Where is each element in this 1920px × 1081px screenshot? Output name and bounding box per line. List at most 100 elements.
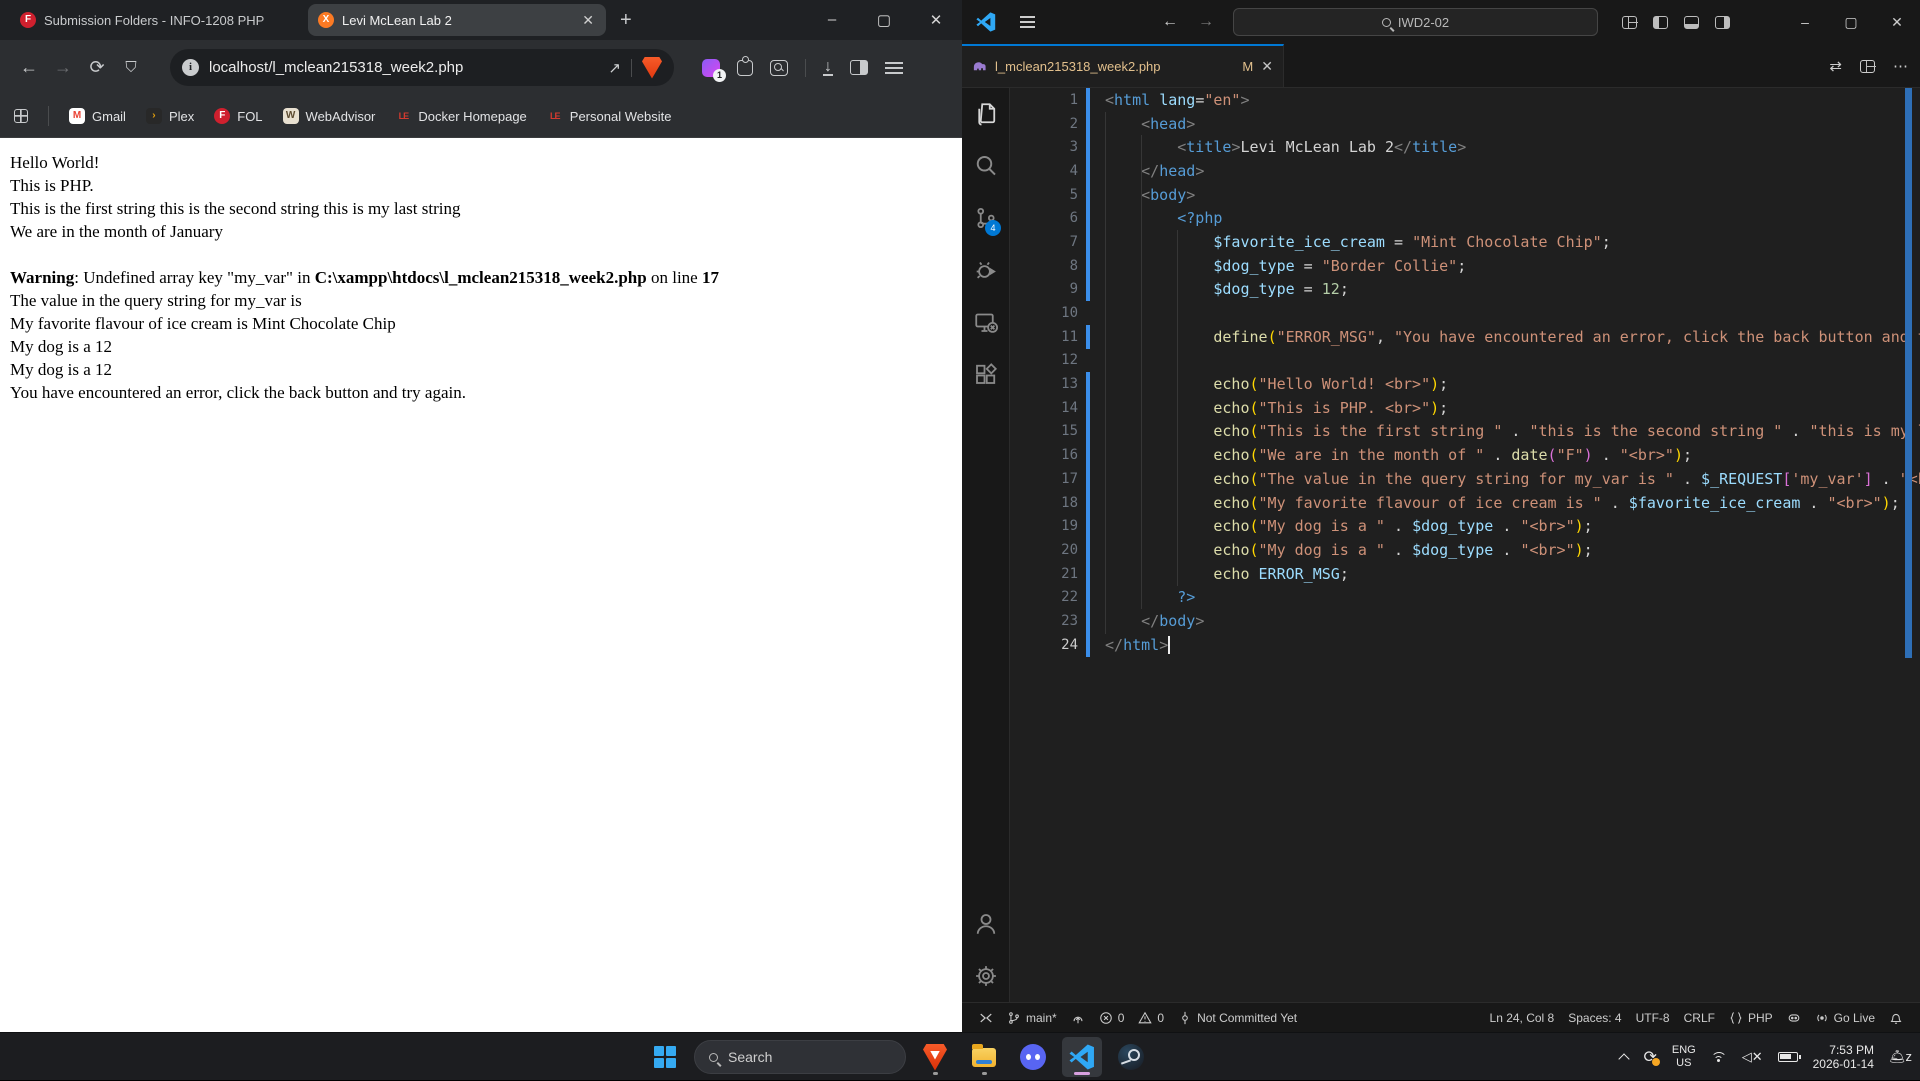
code-line[interactable]: 15 echo("This is the first string " . "t… xyxy=(1010,420,1920,444)
bookmark-gmail[interactable]: MGmail xyxy=(69,108,126,124)
apps-grid-icon[interactable] xyxy=(14,109,28,123)
remote-explorer-icon[interactable] xyxy=(962,296,1009,348)
code-line[interactable]: 22 ?> xyxy=(1010,585,1920,609)
code-line[interactable]: 24</html> xyxy=(1010,633,1920,657)
close-button[interactable]: ✕ xyxy=(1874,0,1920,44)
status-item[interactable] xyxy=(972,1007,1000,1029)
code-line[interactable]: 13 echo("Hello World! <br>"); xyxy=(1010,372,1920,396)
status-item-utf-8[interactable]: UTF-8 xyxy=(1629,1007,1677,1029)
browser-tab-levi-mclean-lab2[interactable]: X Levi McLean Lab 2 ✕ xyxy=(308,4,606,36)
bookmark-webadvisor[interactable]: WWebAdvisor xyxy=(283,108,376,124)
volume-muted-icon[interactable]: ◁✕ xyxy=(1742,1049,1763,1065)
status-item-not-committed-yet[interactable]: Not Committed Yet xyxy=(1171,1007,1304,1029)
extensions-icon[interactable] xyxy=(737,60,753,76)
tray-expand-icon[interactable] xyxy=(1619,1053,1630,1064)
reload-icon[interactable]: ⟳ xyxy=(80,57,114,78)
bookmark-icon[interactable]: ⛉ xyxy=(114,59,148,76)
customize-layout-icon[interactable] xyxy=(1622,16,1637,29)
editor-tab-active[interactable]: l_mclean215318_week2.php M ✕ xyxy=(962,44,1284,87)
status-item-php[interactable]: PHP xyxy=(1722,1007,1780,1029)
battery-icon[interactable] xyxy=(1778,1052,1798,1062)
taskbar-steam[interactable] xyxy=(1111,1037,1151,1077)
command-center-search[interactable]: IWD2-02 xyxy=(1233,8,1598,36)
settings-gear-icon[interactable] xyxy=(962,950,1009,1002)
code-line[interactable]: 20 echo("My dog is a " . $dog_type . "<b… xyxy=(1010,538,1920,562)
tab-close-icon[interactable]: ✕ xyxy=(580,12,596,29)
status-item-ln-24-col-8[interactable]: Ln 24, Col 8 xyxy=(1483,1007,1562,1029)
status-item-crlf[interactable]: CRLF xyxy=(1677,1007,1722,1029)
code-line[interactable]: 12 xyxy=(1010,349,1920,373)
url-text[interactable]: localhost/l_mclean215318_week2.php xyxy=(209,59,598,76)
bookmark-fol[interactable]: FFOL xyxy=(214,108,262,124)
clock[interactable]: 7:53 PM2026-01-14 xyxy=(1813,1043,1874,1071)
taskbar-search[interactable]: Search xyxy=(694,1040,906,1074)
go-forward-icon[interactable]: → xyxy=(1198,13,1214,31)
status-item[interactable] xyxy=(1882,1007,1910,1029)
source-control-icon[interactable]: 4 xyxy=(962,192,1009,244)
tray-sync-icon[interactable]: ⟳ xyxy=(1643,1047,1656,1067)
status-item[interactable] xyxy=(1780,1007,1808,1029)
wifi-icon[interactable] xyxy=(1711,1052,1727,1062)
vscode-menu-icon[interactable] xyxy=(1020,16,1035,18)
run-debug-icon[interactable] xyxy=(962,244,1009,296)
code-line[interactable]: 4 </head> xyxy=(1010,159,1920,183)
bookmark-docker-homepage[interactable]: LEDocker Homepage xyxy=(395,108,526,124)
code-line[interactable]: 16 echo("We are in the month of " . date… xyxy=(1010,443,1920,467)
overview-ruler-modified[interactable] xyxy=(1905,88,1912,658)
code-line[interactable]: 7 $favorite_ice_cream = "Mint Chocolate … xyxy=(1010,230,1920,254)
status-item[interactable] xyxy=(1064,1007,1092,1029)
browser-tab-submission-folders[interactable]: F Submission Folders - INFO-1208 PHP xyxy=(10,4,308,36)
code-line[interactable]: 18 echo("My favorite flavour of ice crea… xyxy=(1010,491,1920,515)
code-line[interactable]: 9 $dog_type = 12; xyxy=(1010,278,1920,302)
status-item-go-live[interactable]: Go Live xyxy=(1808,1007,1882,1029)
close-button[interactable]: ✕ xyxy=(910,11,962,29)
code-line[interactable]: 17 echo("The value in the query string f… xyxy=(1010,467,1920,491)
code-line[interactable]: 3 <title>Levi McLean Lab 2</title> xyxy=(1010,135,1920,159)
code-line[interactable]: 21 echo ERROR_MSG; xyxy=(1010,562,1920,586)
go-back-icon[interactable]: ← xyxy=(1162,13,1178,31)
minimize-button[interactable]: – xyxy=(806,11,858,29)
site-info-icon[interactable]: i xyxy=(182,59,199,76)
toggle-panel-icon[interactable] xyxy=(1684,16,1699,29)
language-indicator[interactable]: ENGUS xyxy=(1672,1044,1696,1070)
code-line[interactable]: 14 echo("This is PHP. <br>"); xyxy=(1010,396,1920,420)
taskbar-vscode[interactable] xyxy=(1062,1037,1102,1077)
code-line[interactable]: 19 echo("My dog is a " . $dog_type . "<b… xyxy=(1010,514,1920,538)
status-item-0[interactable]: 0 xyxy=(1092,1007,1132,1029)
maximize-button[interactable]: ▢ xyxy=(858,11,910,29)
code-line[interactable]: 1<html lang="en"> xyxy=(1010,88,1920,112)
tab-close-icon[interactable]: ✕ xyxy=(1261,58,1273,75)
code-editor[interactable]: 1<html lang="en">2 <head>3 <title>Levi M… xyxy=(1010,88,1920,1002)
extensions-icon[interactable] xyxy=(962,348,1009,400)
notification-bell-icon[interactable]: 🛎ᴢ xyxy=(1889,1049,1912,1065)
share-icon[interactable]: ↗ xyxy=(608,59,621,77)
maximize-button[interactable]: ▢ xyxy=(1828,0,1874,44)
account-icon[interactable] xyxy=(962,898,1009,950)
search-tabs-icon[interactable] xyxy=(770,60,788,76)
bookmark-plex[interactable]: ›Plex xyxy=(146,108,194,124)
sync-icon[interactable]: ⇄ xyxy=(1829,57,1842,75)
status-item-main-[interactable]: main* xyxy=(1000,1007,1064,1029)
code-line[interactable]: 2 <head> xyxy=(1010,112,1920,136)
bookmark-personal-website[interactable]: LEPersonal Website xyxy=(547,108,672,124)
forward-icon[interactable]: → xyxy=(46,57,80,78)
explorer-icon[interactable] xyxy=(962,88,1009,140)
new-tab-button[interactable]: + xyxy=(620,9,632,32)
toggle-secondary-sidebar-icon[interactable] xyxy=(1715,16,1730,29)
url-bar[interactable]: i localhost/l_mclean215318_week2.php ↗ xyxy=(170,49,674,86)
code-line[interactable]: 6 <?php xyxy=(1010,206,1920,230)
status-item-spaces-4[interactable]: Spaces: 4 xyxy=(1561,1007,1628,1029)
search-icon[interactable] xyxy=(962,140,1009,192)
browser-menu-icon[interactable] xyxy=(885,62,903,64)
sidebar-toggle-icon[interactable] xyxy=(850,60,868,75)
taskbar-brave[interactable] xyxy=(915,1037,955,1077)
code-line[interactable]: 23 </body> xyxy=(1010,609,1920,633)
leo-ai-icon[interactable]: 1 xyxy=(702,59,720,77)
taskbar-discord[interactable] xyxy=(1013,1037,1053,1077)
toggle-primary-sidebar-icon[interactable] xyxy=(1653,16,1668,29)
taskbar-file-explorer[interactable] xyxy=(964,1037,1004,1077)
brave-shield-icon[interactable] xyxy=(642,57,662,79)
start-button[interactable] xyxy=(645,1037,685,1077)
code-line[interactable]: 11 define("ERROR_MSG", "You have encount… xyxy=(1010,325,1920,349)
downloads-icon[interactable]: ↓ xyxy=(823,60,833,76)
